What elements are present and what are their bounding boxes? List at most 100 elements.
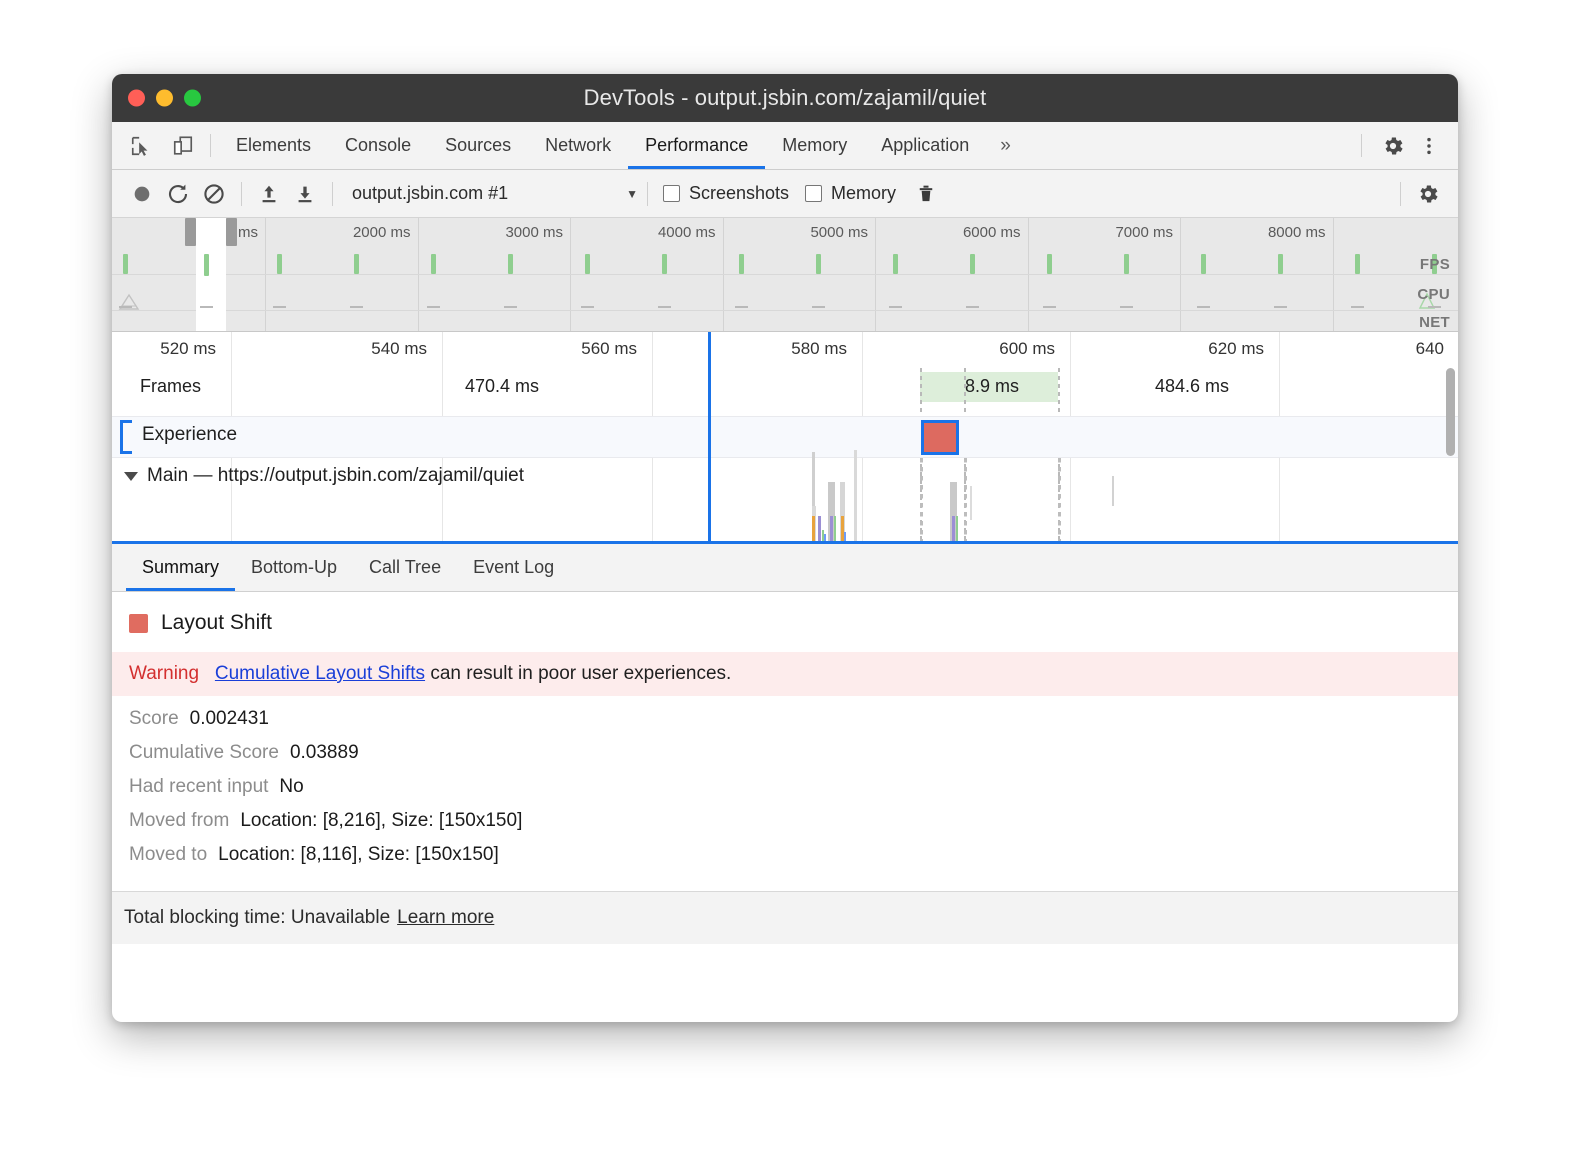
- screenshots-checkbox[interactable]: Screenshots: [663, 183, 789, 204]
- close-window-button[interactable]: [128, 90, 145, 107]
- toolbar-divider: [647, 182, 648, 206]
- overview-fps-bar: [1355, 254, 1360, 274]
- gear-icon[interactable]: [1378, 131, 1408, 161]
- profile-select[interactable]: output.jsbin.com #1 ▼: [342, 183, 638, 204]
- main-activity-bar[interactable]: [834, 516, 836, 544]
- main-activity-bar[interactable]: [956, 516, 958, 544]
- total-blocking-time-text: Total blocking time: Unavailable: [124, 907, 390, 929]
- summary-event-name: Layout Shift: [161, 611, 272, 635]
- layout-shift-block[interactable]: [921, 420, 959, 455]
- main-activity-bar[interactable]: [818, 516, 821, 544]
- overview-net-bar: [1274, 306, 1287, 308]
- tab-console[interactable]: Console: [328, 122, 428, 169]
- screenshots-checkbox-box: [663, 185, 680, 202]
- cumulative-layout-shifts-link[interactable]: Cumulative Layout Shifts: [215, 663, 425, 684]
- timeline-tracks[interactable]: 520 ms540 ms560 ms580 ms600 ms620 ms640 …: [112, 332, 1458, 544]
- main-activity-bar[interactable]: [1112, 476, 1114, 506]
- upload-icon[interactable]: [251, 177, 287, 211]
- experience-track-row[interactable]: [112, 416, 1458, 458]
- overview-tick-label: 5000 ms: [810, 224, 875, 241]
- performance-toolbar: output.jsbin.com #1 ▼ Screenshots Memory: [112, 170, 1458, 218]
- tracks-vertical-scrollbar[interactable]: [1446, 368, 1455, 456]
- frame-duration[interactable]: 8.9 ms: [932, 376, 1052, 397]
- summary-row-score: Score 0.002431: [112, 696, 1458, 730]
- clear-icon[interactable]: [196, 177, 232, 211]
- overview-gridline: [875, 218, 876, 332]
- tab-memory-label: Memory: [782, 135, 847, 156]
- main-activity-bar[interactable]: [812, 516, 815, 544]
- window-title-bar: DevTools - output.jsbin.com/zajamil/quie…: [112, 74, 1458, 122]
- frame-duration[interactable]: 484.6 ms: [1062, 376, 1322, 397]
- selection-left-edge[interactable]: [708, 332, 711, 544]
- overview-fps-bar: [204, 254, 209, 276]
- kebab-menu-icon[interactable]: [1414, 131, 1444, 161]
- frame-boundary: [1058, 458, 1061, 541]
- timeline-overview[interactable]: 1000 ms2000 ms3000 ms4000 ms5000 ms6000 …: [112, 218, 1458, 332]
- overview-tick-label: 2000 ms: [353, 224, 418, 241]
- tab-application[interactable]: Application: [864, 122, 986, 169]
- overview-fps-bar: [431, 254, 436, 274]
- overview-tick-label: 6000 ms: [963, 224, 1028, 241]
- tracks-tick-label: 640: [1416, 339, 1452, 359]
- overview-net-bar: [427, 306, 440, 308]
- tab-bottom-up-label: Bottom-Up: [251, 557, 337, 578]
- main-activity-bar[interactable]: [830, 516, 833, 544]
- tab-console-label: Console: [345, 135, 411, 156]
- summary-key: Cumulative Score: [129, 742, 279, 764]
- summary-pane: Layout Shift Warning Cumulative Layout S…: [112, 592, 1458, 892]
- more-tabs-button[interactable]: »: [986, 122, 1025, 169]
- overview-tick-label: 3000 ms: [505, 224, 570, 241]
- overview-lane-divider: [112, 274, 1458, 275]
- main-activity-bar[interactable]: [952, 516, 955, 544]
- overview-lane-divider: [112, 310, 1458, 311]
- main-track-label: Main — https://output.jsbin.com/zajamil/…: [147, 465, 524, 487]
- maximize-window-button[interactable]: [184, 90, 201, 107]
- reload-record-icon[interactable]: [160, 177, 196, 211]
- learn-more-link[interactable]: Learn more: [397, 907, 494, 929]
- memory-checkbox-box: [805, 185, 822, 202]
- tab-performance[interactable]: Performance: [628, 122, 765, 169]
- overview-selection-right-handle[interactable]: [226, 218, 237, 246]
- overview-tick-label: 4000 ms: [658, 224, 723, 241]
- tracks-tick-label: 600 ms: [999, 339, 1063, 359]
- tab-bottom-up[interactable]: Bottom-Up: [235, 544, 353, 591]
- overview-selection-window[interactable]: [196, 218, 226, 331]
- minimize-window-button[interactable]: [156, 90, 173, 107]
- overview-net-bar: [658, 306, 671, 308]
- tab-elements[interactable]: Elements: [219, 122, 328, 169]
- frame-duration[interactable]: 470.4 ms: [272, 376, 732, 397]
- overview-gridline: [1333, 218, 1334, 332]
- device-toolbar-icon[interactable]: [168, 131, 198, 161]
- overview-gridline: [570, 218, 571, 332]
- record-icon[interactable]: [124, 177, 160, 211]
- warning-label: Warning: [129, 663, 199, 684]
- tab-call-tree[interactable]: Call Tree: [353, 544, 457, 591]
- main-track-header[interactable]: Main — https://output.jsbin.com/zajamil/…: [124, 465, 524, 487]
- summary-row-moved-to: Moved to Location: [8,116], Size: [150x1…: [112, 832, 1458, 866]
- layout-shift-color-swatch: [129, 614, 148, 633]
- main-activity-bar[interactable]: [854, 450, 857, 544]
- tab-network[interactable]: Network: [528, 122, 628, 169]
- gear-icon[interactable]: [1410, 177, 1446, 211]
- memory-checkbox[interactable]: Memory: [805, 183, 896, 204]
- inspect-element-icon[interactable]: [126, 131, 156, 161]
- summary-row-moved-from: Moved from Location: [8,216], Size: [150…: [112, 798, 1458, 832]
- tab-memory[interactable]: Memory: [765, 122, 864, 169]
- tab-sources[interactable]: Sources: [428, 122, 528, 169]
- download-icon[interactable]: [287, 177, 323, 211]
- tab-summary[interactable]: Summary: [126, 544, 235, 591]
- overview-gridline: [1028, 218, 1029, 332]
- overview-fps-bar: [354, 254, 359, 274]
- overview-gridline: [1180, 218, 1181, 332]
- trash-icon[interactable]: [908, 177, 944, 211]
- overview-fps-label: FPS: [1420, 256, 1450, 273]
- tracks-tick-label: 520 ms: [160, 339, 224, 359]
- tab-event-log[interactable]: Event Log: [457, 544, 570, 591]
- devtools-tab-bar: Elements Console Sources Network Perform…: [112, 122, 1458, 170]
- overview-fps-bar: [585, 254, 590, 274]
- tab-performance-label: Performance: [645, 135, 748, 156]
- summary-divider: [112, 891, 1458, 892]
- overview-selection-left-handle[interactable]: [185, 218, 196, 246]
- overview-fps-bar: [662, 254, 667, 274]
- main-activity-bar[interactable]: [970, 486, 972, 520]
